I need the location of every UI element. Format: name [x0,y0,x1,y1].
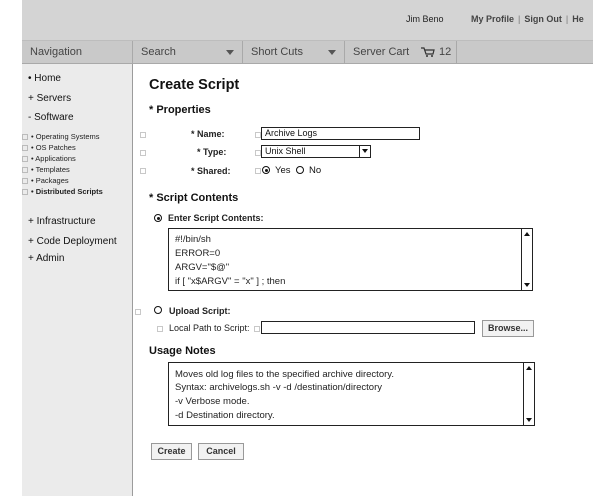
chevron-down-icon [328,50,336,55]
local-path-label: Local Path to Script: [169,323,250,333]
shared-no-label: No [309,165,322,176]
type-select[interactable]: Unix Shell [261,145,371,158]
upload-script-radio[interactable] [154,306,162,314]
cart-count: 12 [439,46,452,58]
shortcuts-dropdown[interactable]: Short Cuts [243,41,345,63]
properties-heading: * Properties [149,104,211,116]
enter-contents-label: Enter Script Contents: [168,213,264,223]
sign-out-link[interactable]: Sign Out [524,14,562,24]
script-line: #!/bin/sh [175,234,211,245]
sidebar-item-applications[interactable]: • Applications [22,154,76,163]
shared-yes-radio[interactable] [262,166,270,174]
search-dropdown[interactable]: Search [133,41,243,63]
sidebar-item-software[interactable]: - Software [28,112,74,123]
sidebar: • Home + Servers - Software • Operating … [22,64,133,496]
spacer-icon [140,150,146,156]
usage-notes-textarea[interactable]: Moves old log files to the specified arc… [168,362,535,426]
top-bar: Jim Beno My Profile | Sign Out | He [22,0,593,41]
page-title: Create Script [149,77,240,93]
script-line: ARGV="$@" [175,262,230,273]
sidebar-item-templates[interactable]: • Templates [22,165,70,174]
usage-line: -d Destination directory. [175,410,275,421]
usage-line: -v Verbose mode. [175,396,250,407]
scroll-up-icon[interactable] [526,366,532,370]
browse-button[interactable]: Browse... [482,320,534,337]
chevron-down-icon [226,50,234,55]
enter-contents-radio[interactable] [154,214,162,222]
sidebar-item-servers[interactable]: + Servers [28,93,71,104]
script-line: ERROR=0 [175,248,221,259]
scrollbar[interactable] [523,363,534,425]
sidebar-item-os-patches[interactable]: • OS Patches [22,143,76,152]
sidebar-item-code-deployment[interactable]: + Code Deployment [28,236,117,247]
spacer-icon [157,326,163,332]
type-label: * Type: [197,147,227,157]
main-content: Create Script * Properties * Name: Archi… [133,64,593,496]
spacer-icon [135,309,141,315]
script-contents-heading: * Script Contents [149,192,239,204]
nav-bar: Navigation Search Short Cuts Server Cart… [22,41,593,64]
navigation-header: Navigation [22,41,133,63]
usage-notes-heading: Usage Notes [149,345,216,357]
scrollbar[interactable] [521,229,532,290]
nav-empty [457,41,593,63]
sidebar-item-distributed-scripts[interactable]: • Distributed Scripts [22,187,103,196]
sidebar-item-packages[interactable]: • Packages [22,176,69,185]
spacer-icon [254,326,260,332]
scroll-down-icon[interactable] [526,418,532,422]
spacer-icon [140,168,146,174]
sidebar-item-home[interactable]: • Home [28,73,61,84]
script-contents-textarea[interactable]: #!/bin/sh ERROR=0 ARGV="$@" if [ "x$ARGV… [168,228,533,291]
shared-label: * Shared: [191,166,231,176]
name-input[interactable]: Archive Logs [261,127,420,140]
name-label: * Name: [191,129,225,139]
spacer-icon [255,168,261,174]
sidebar-item-operating-systems[interactable]: • Operating Systems [22,132,100,141]
header-links: My Profile | Sign Out | He [471,14,584,24]
cancel-button[interactable]: Cancel [198,443,244,460]
dropdown-arrow-icon [359,146,370,157]
usage-line: Moves old log files to the specified arc… [175,369,394,380]
app-window: Jim Beno My Profile | Sign Out | He Navigati… [22,0,593,498]
shared-yes-label: Yes [275,165,291,176]
sidebar-item-infrastructure[interactable]: + Infrastructure [28,216,96,227]
user-name: Jim Beno [406,14,444,24]
script-line: if [ "x$ARGV" = "x" ] ; then [175,276,286,287]
create-button[interactable]: Create [151,443,192,460]
usage-line: Syntax: archivelogs.sh -v -d /destinatio… [175,382,382,393]
shared-no-radio[interactable] [296,166,304,174]
local-path-input[interactable] [261,321,475,334]
upload-script-label: Upload Script: [169,306,231,316]
sidebar-item-admin[interactable]: + Admin [28,253,64,264]
server-cart[interactable]: Server Cart 12 [345,41,457,63]
scroll-down-icon[interactable] [524,283,530,287]
my-profile-link[interactable]: My Profile [471,14,514,24]
scroll-up-icon[interactable] [524,232,530,236]
spacer-icon [140,132,146,138]
help-link[interactable]: He [572,14,584,24]
cart-icon [421,47,435,57]
